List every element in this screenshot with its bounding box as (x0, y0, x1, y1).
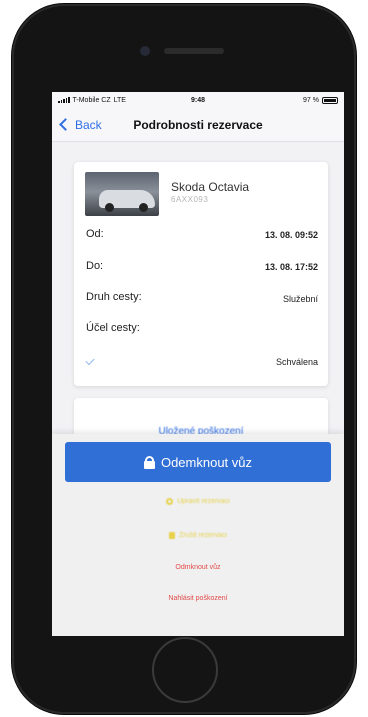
status-bar: T-Mobile CZ LTE 9:48 97 % (52, 92, 344, 108)
unlock-car-label: Odemknout vůz (160, 454, 253, 470)
cancel-reservation-button[interactable]: Zrušit rezervaci (52, 532, 344, 539)
to-label: Do: (86, 260, 104, 272)
status-time: 9:48 (190, 96, 205, 104)
car-plate: 6AXX093 (171, 195, 209, 204)
report-damage-button[interactable]: Nahlásit poškození (52, 595, 344, 602)
lock-car-button[interactable]: Odmknout vůz (52, 564, 344, 571)
lock-icon (143, 455, 155, 469)
navigation-bar: Back Podrobnosti rezervace (52, 108, 344, 142)
unlock-car-button[interactable]: Odemknout vůz (65, 442, 331, 482)
earpiece-speaker (164, 48, 224, 54)
home-button[interactable] (152, 637, 218, 703)
edit-reservation-button[interactable]: Upravit rezervaci (52, 498, 344, 505)
gear-icon (166, 498, 174, 505)
lock-car-label: Odmknout vůz (175, 564, 221, 571)
front-camera (140, 46, 150, 56)
trip-type-label: Druh cesty: (86, 291, 142, 303)
chevron-left-icon (59, 118, 72, 131)
checkmark-icon (85, 355, 95, 366)
phone-frame: T-Mobile CZ LTE 9:48 97 % Back Podrobnos… (12, 4, 356, 714)
action-sheet: Odemknout vůz Upravit rezervaci Zrušit r… (52, 434, 344, 636)
edit-reservation-label: Upravit rezervaci (177, 498, 230, 505)
from-value: 13. 08. 09:52 (264, 230, 318, 240)
from-label: Od: (86, 228, 104, 240)
cancel-reservation-label: Zrušit rezervaci (179, 532, 227, 539)
car-photo (85, 172, 159, 216)
report-damage-label: Nahlásit poškození (168, 595, 228, 602)
trash-icon (169, 532, 176, 539)
back-label: Back (75, 117, 102, 132)
status-value: Schválena (275, 357, 318, 367)
back-button[interactable]: Back (52, 118, 132, 132)
trip-type-value: Služební (282, 294, 318, 304)
app-screen: T-Mobile CZ LTE 9:48 97 % Back Podrobnos… (52, 92, 344, 636)
to-value: 13. 08. 17:52 (264, 262, 318, 272)
purpose-label: Účel cesty: (86, 322, 140, 334)
car-name: Skoda Octavia (171, 180, 250, 194)
reservation-card: Skoda Octavia 6AXX093 Od: 13. 08. 09:52 … (74, 162, 328, 386)
